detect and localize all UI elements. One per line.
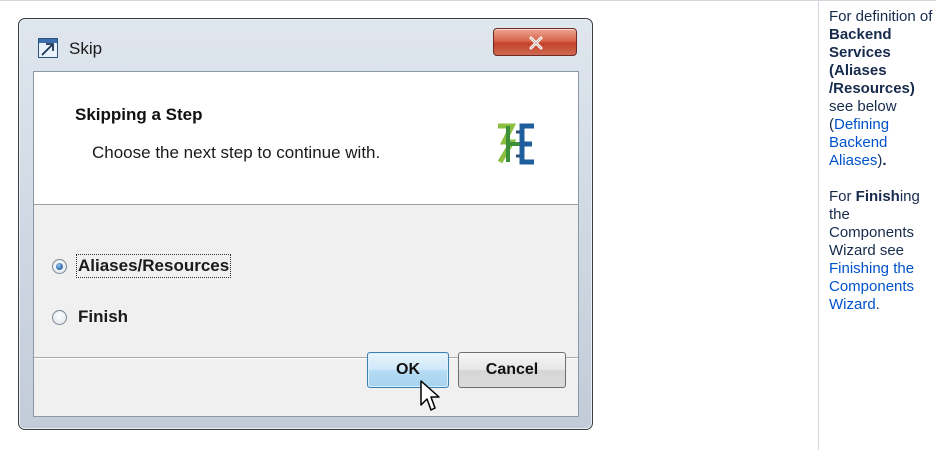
note-bold: . [882, 152, 887, 169]
skip-dialog: Skip Skipping a Step Choose the next ste… [18, 18, 593, 430]
dialog-title: Skip [69, 39, 103, 58]
close-button[interactable] [493, 28, 577, 56]
option-finish[interactable]: Finish [52, 305, 128, 329]
note-backend-services: For definition of Backend Services (Alia… [829, 8, 933, 170]
option-label: Aliases/Resources [75, 254, 232, 278]
dialog-titlebar[interactable]: Skip [19, 19, 592, 61]
note-bold: Backend Services (Aliases /Resources) [829, 26, 915, 97]
step-description: Choose the next step to continue with. [92, 143, 381, 162]
radio-button-selected[interactable] [52, 258, 67, 274]
radio-button[interactable] [52, 309, 67, 325]
close-icon [529, 36, 543, 50]
dialog-content: Skipping a Step Choose the next step to … [33, 71, 579, 417]
step-title: Skipping a Step [75, 105, 203, 124]
option-label: Finish [78, 307, 129, 326]
table-top-border [0, 0, 936, 1]
note-text: . [875, 296, 880, 313]
option-aliases-resources[interactable]: Aliases/Resources [52, 254, 232, 278]
link-finishing-components-wizard[interactable]: Finishing the Components Wizard [829, 260, 914, 313]
mouse-pointer-icon [419, 379, 445, 413]
wizard-logo-icon [494, 122, 540, 166]
note-finishing: For Finishing the Components Wizard see … [829, 188, 920, 313]
cancel-button[interactable]: Cancel [458, 352, 566, 388]
side-notes: For definition of Backend Services (Alia… [829, 8, 933, 332]
wizard-header: Skipping a Step Choose the next step to … [34, 72, 578, 205]
table-cell-divider [818, 0, 819, 450]
app-window-icon [38, 38, 58, 58]
note-text: For definition of [829, 8, 933, 25]
note-bold: Finish [855, 188, 900, 205]
